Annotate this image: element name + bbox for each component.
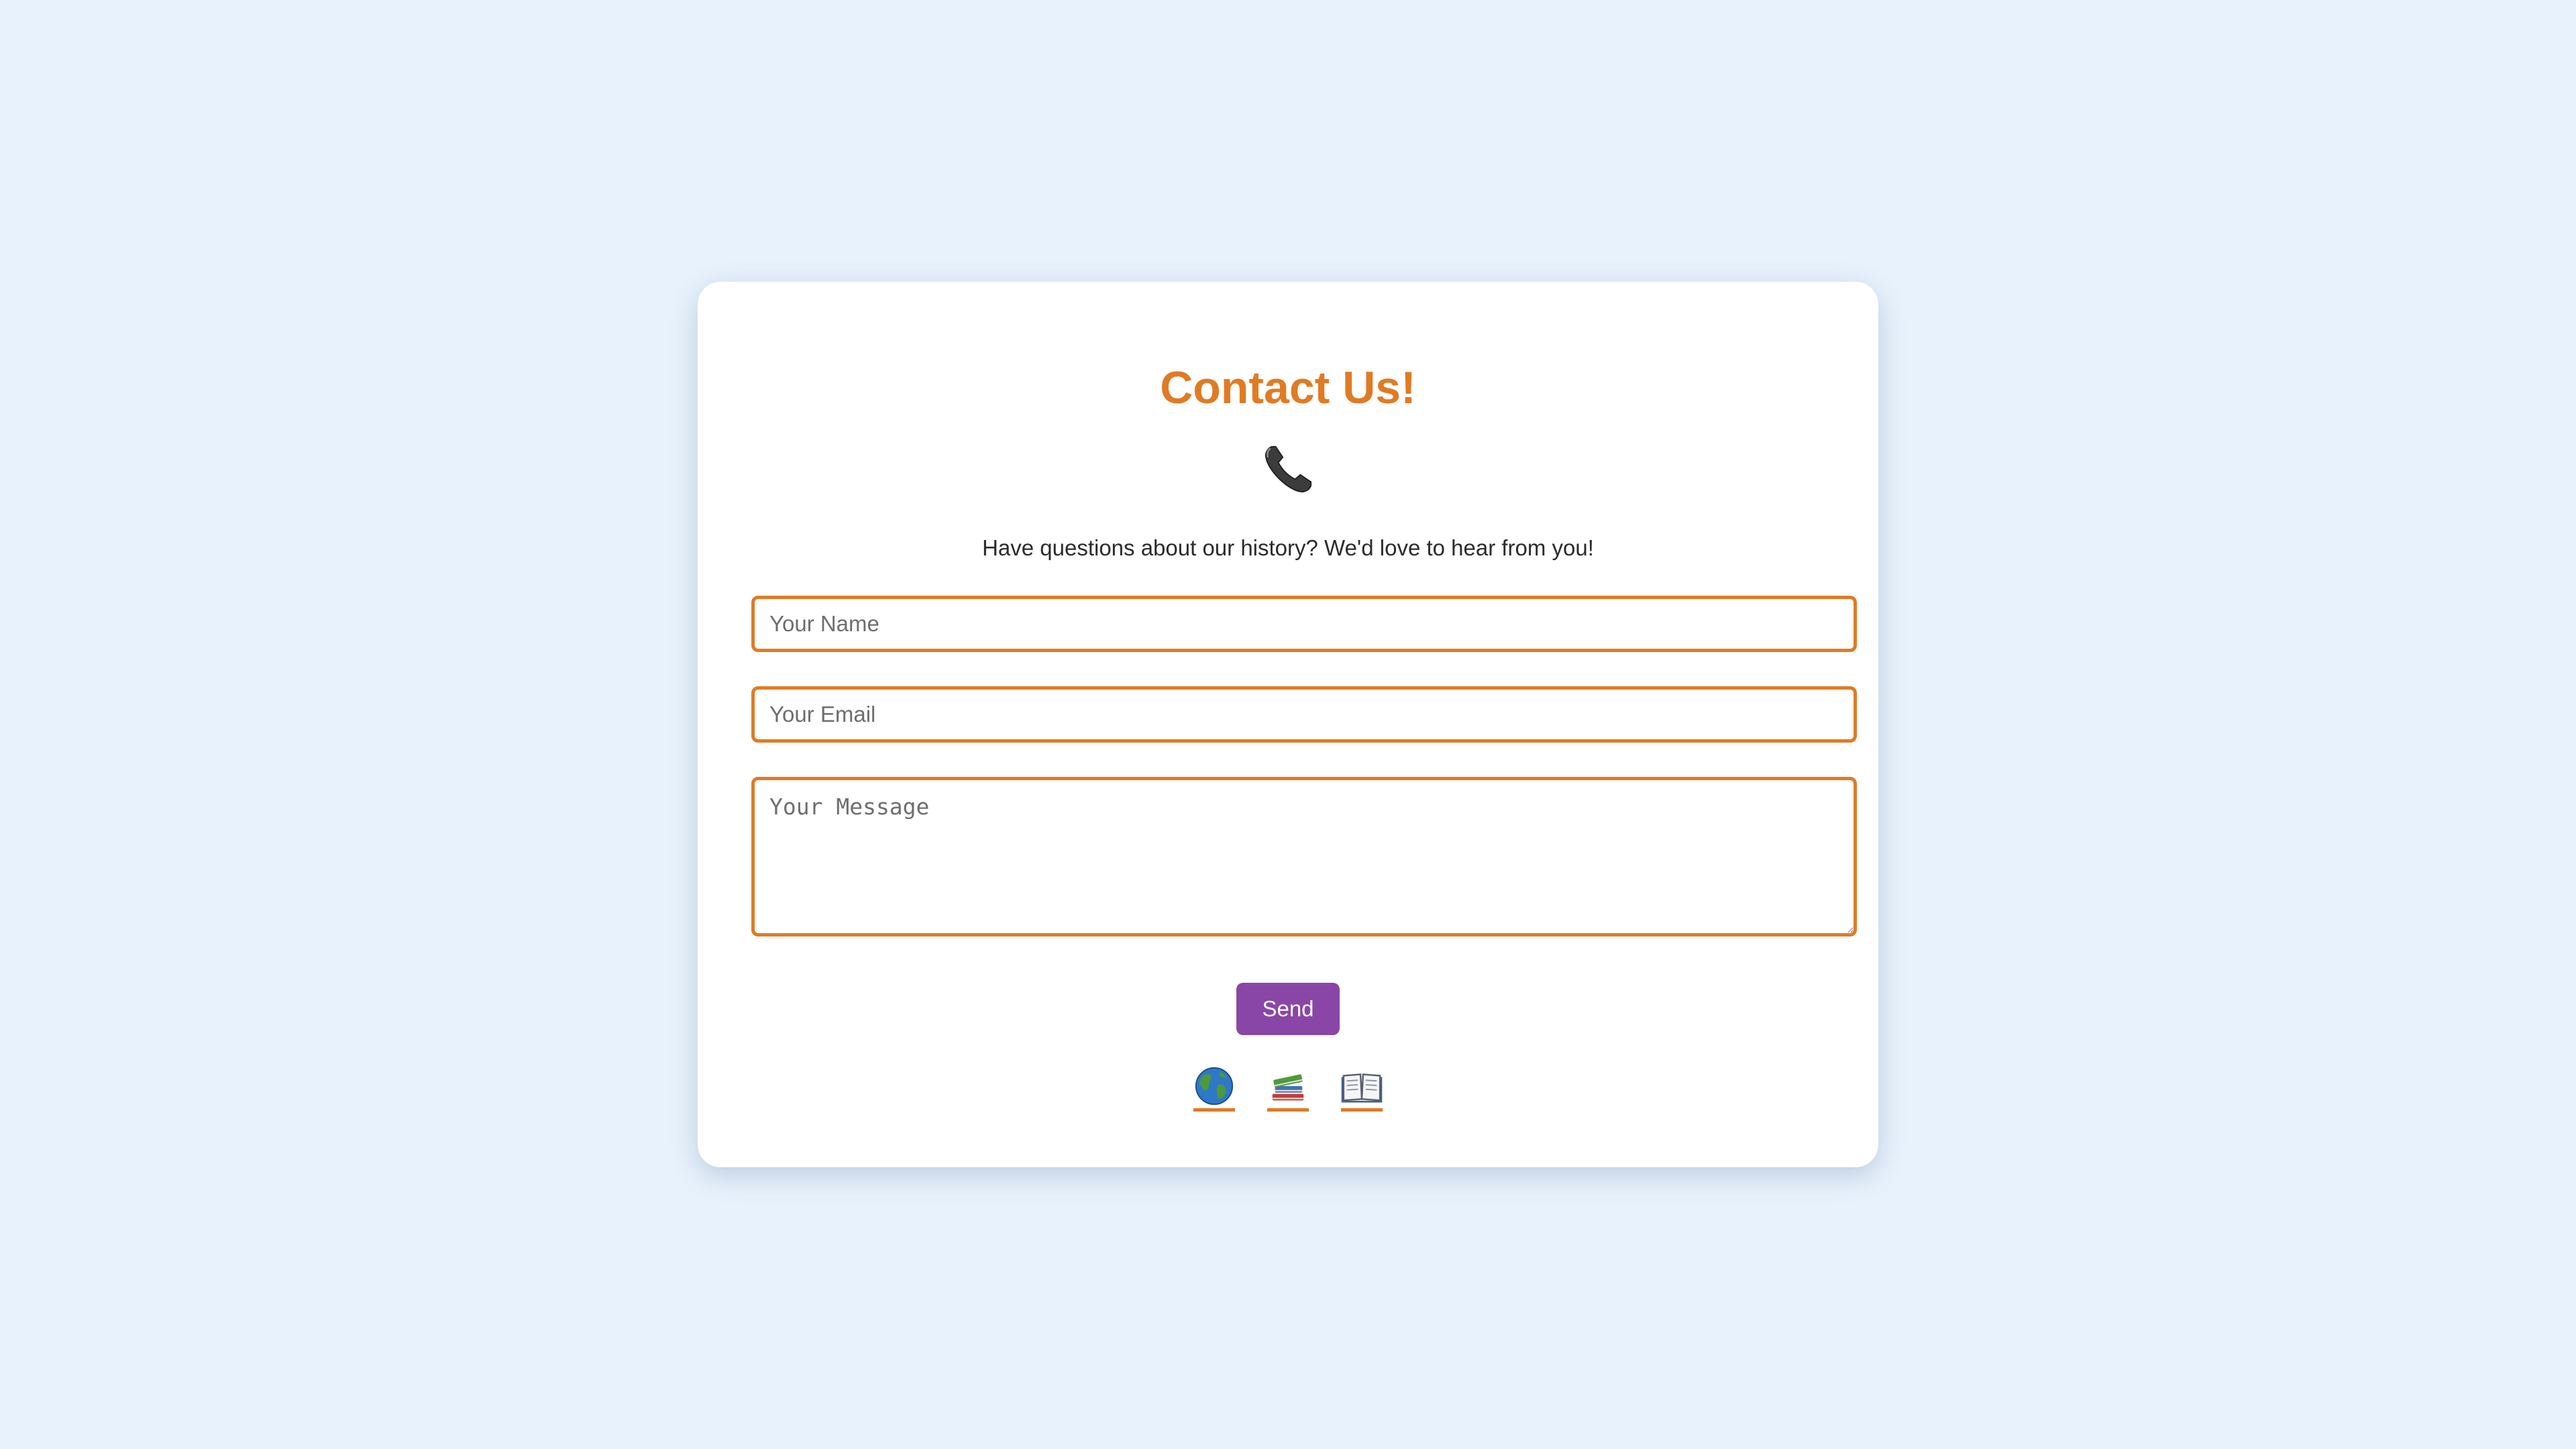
globe-link[interactable]: [1193, 1065, 1235, 1112]
intro-text: Have questions about our history? We'd l…: [982, 535, 1594, 560]
email-input[interactable]: [751, 686, 1857, 743]
page-title: Contact Us!: [1160, 362, 1416, 413]
books-icon: [1267, 1065, 1309, 1107]
phone-icon: [1260, 441, 1316, 498]
icon-links: [698, 1065, 1878, 1112]
contact-card: Contact Us! Have questions about our his…: [698, 282, 1878, 1167]
send-button[interactable]: Send: [1236, 983, 1340, 1035]
globe-icon: [1193, 1065, 1235, 1107]
books-link[interactable]: [1267, 1065, 1309, 1112]
open-book-icon: [1341, 1065, 1383, 1107]
name-input[interactable]: [751, 596, 1857, 652]
open-book-link[interactable]: [1341, 1065, 1383, 1112]
message-textarea[interactable]: [751, 777, 1857, 936]
